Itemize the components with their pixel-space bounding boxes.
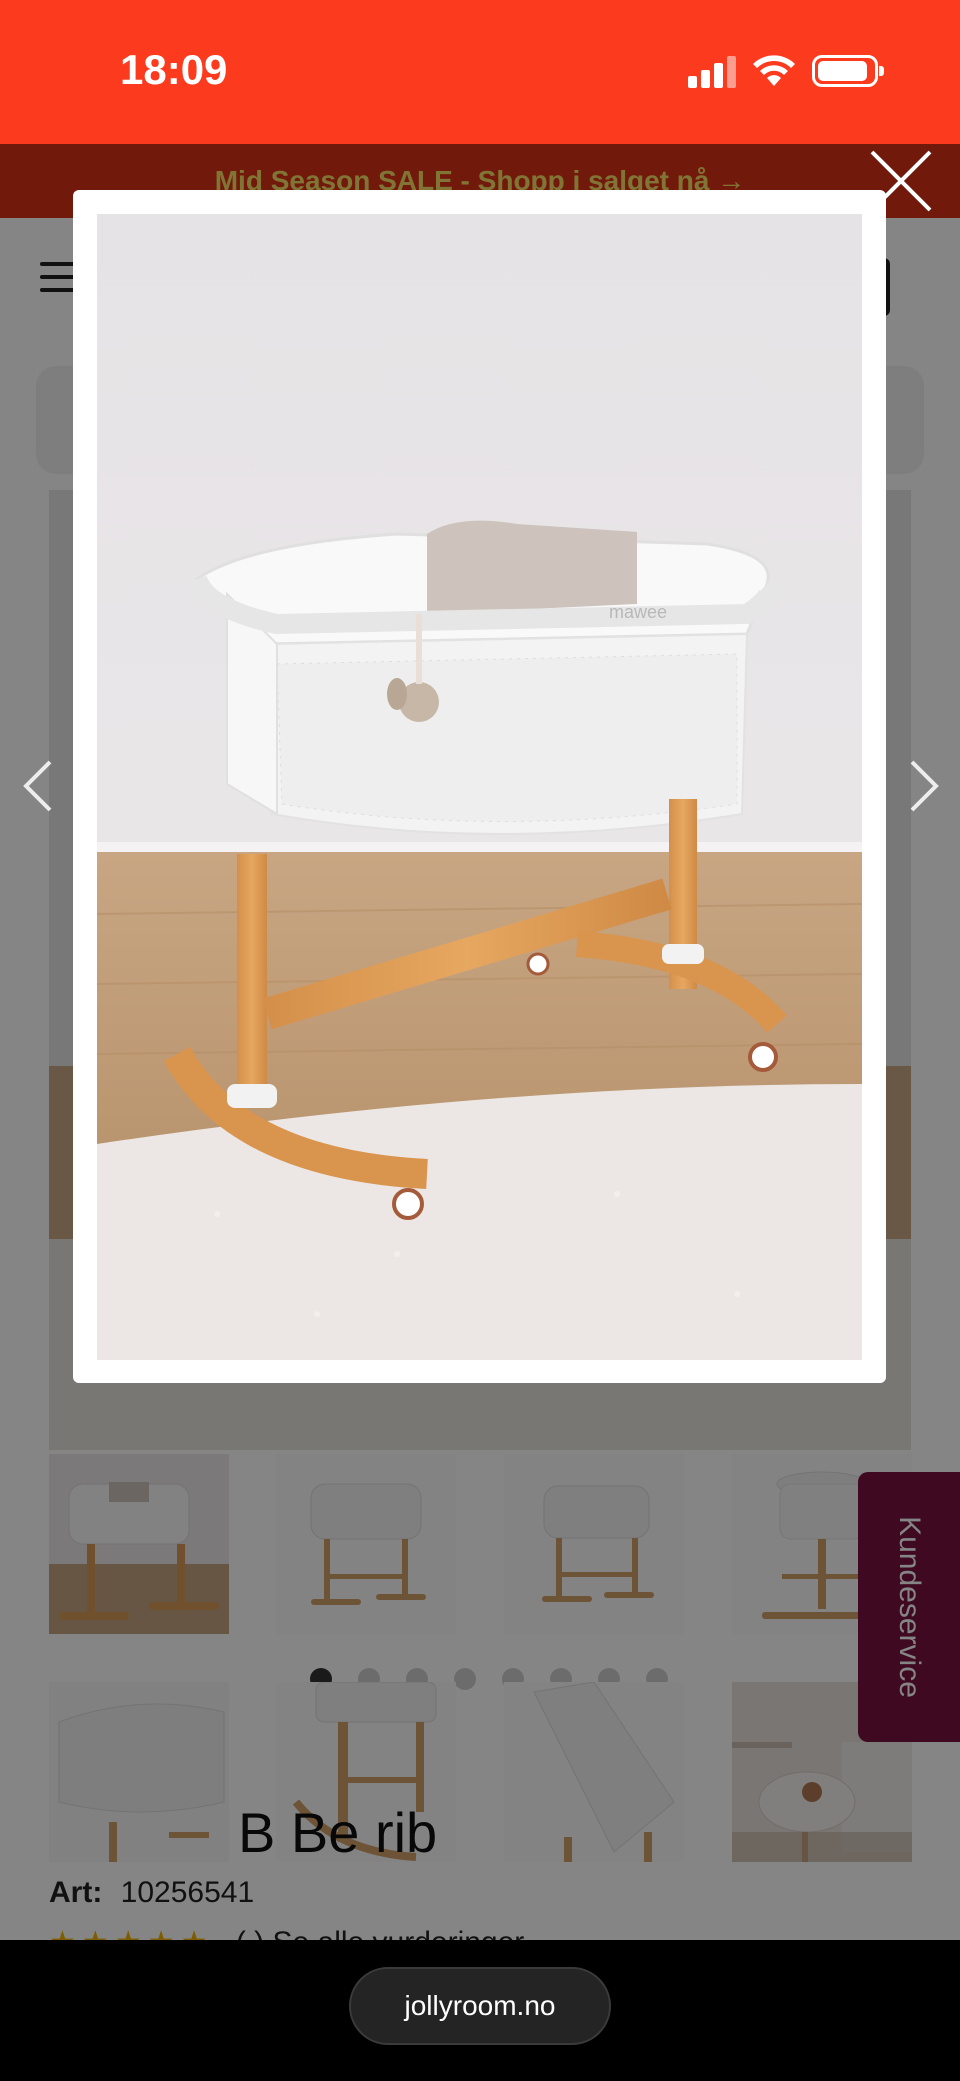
signal-icon bbox=[688, 56, 736, 88]
battery-icon bbox=[812, 55, 884, 87]
url-text: jollyroom.no bbox=[404, 1990, 556, 2021]
wifi-icon bbox=[753, 55, 795, 86]
close-icon[interactable] bbox=[866, 146, 936, 216]
image-lightbox: mawee bbox=[73, 190, 886, 1383]
chevron-right-icon[interactable] bbox=[904, 756, 944, 816]
status-bar: 18:09 bbox=[0, 0, 960, 144]
chevron-left-icon[interactable] bbox=[18, 756, 58, 816]
url-bar[interactable]: jollyroom.no bbox=[349, 1967, 611, 2045]
status-time: 18:09 bbox=[120, 46, 228, 93]
lightbox-product-image: mawee bbox=[97, 214, 862, 1360]
cradle-brand-text: mawee bbox=[609, 602, 667, 622]
